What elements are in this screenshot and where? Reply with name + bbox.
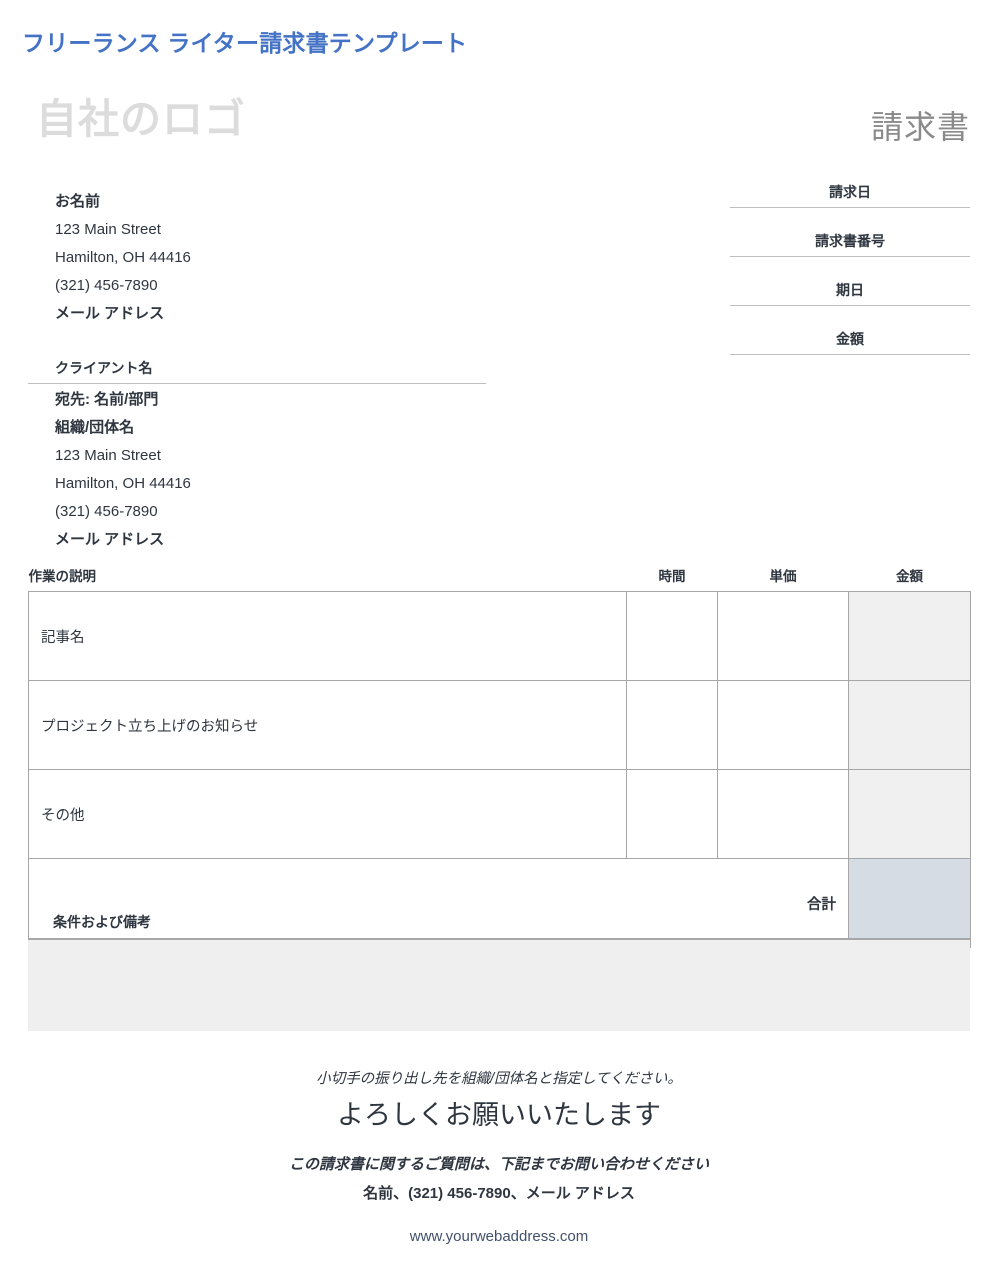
website-link[interactable]: www.yourwebaddress.com — [0, 1208, 998, 1252]
sender-city[interactable]: Hamilton, OH 44416 — [55, 244, 475, 272]
row-rate-cell[interactable] — [717, 591, 849, 681]
sender-phone[interactable]: (321) 456-7890 — [55, 272, 475, 300]
terms-and-notes-label: 条件および備考 — [53, 914, 151, 930]
invoice-number-underline — [730, 256, 970, 257]
client-attention[interactable]: 宛先: 名前/部門 — [55, 386, 485, 414]
sender-street[interactable]: 123 Main Street — [55, 216, 475, 244]
invoice-number-label: 請求書番号 — [815, 233, 885, 249]
client-organization[interactable]: 組織/団体名 — [55, 414, 485, 442]
column-header-rate: 単価 — [769, 569, 797, 584]
amount-due-label: 金額 — [836, 331, 864, 347]
row-hours-cell[interactable] — [626, 591, 718, 681]
invoice-date-label: 請求日 — [829, 184, 871, 200]
thank-you-message: よろしくお願いいたします — [337, 1100, 661, 1130]
questions-prompt: この請求書に関するご質問は、下記までお問い合わせください — [288, 1156, 709, 1173]
terms-and-notes-section: 条件および備考 — [28, 912, 970, 1031]
client-address-block: 宛先: 名前/部門 組織/団体名 123 Main Street Hamilto… — [55, 386, 485, 554]
table-row: プロジェクト立ち上げのお知らせ — [28, 680, 971, 770]
sender-address-block: お名前 123 Main Street Hamilton, OH 44416 (… — [55, 188, 475, 328]
client-name-field: クライアント名 — [28, 358, 486, 384]
footer-contact-line: 名前、(321) 456-7890、メール アドレス — [363, 1185, 635, 1202]
invoice-date-underline — [730, 207, 970, 208]
due-date-underline — [730, 305, 970, 306]
client-name-label: クライアント名 — [55, 360, 153, 376]
invoice-heading: 請求書 — [870, 109, 970, 145]
column-header-description: 作業の説明 — [28, 569, 97, 584]
line-items-table: 作業の説明 時間 単価 金額 記事名 プロジェクト立ち上げのお知らせ その他 合… — [28, 565, 971, 948]
amount-due-field[interactable]: 金額 — [730, 329, 970, 355]
row-amount-cell[interactable] — [848, 769, 971, 859]
row-description-cell[interactable]: その他 — [28, 769, 627, 859]
company-logo-placeholder[interactable]: 自社のロゴ — [36, 96, 246, 143]
client-street[interactable]: 123 Main Street — [55, 442, 485, 470]
row-description-cell[interactable]: 記事名 — [28, 591, 627, 681]
invoice-footer: 小切手の振り出し先を組織/団体名と指定してください。 よろしくお願いいたします … — [0, 1068, 998, 1252]
row-amount-cell[interactable] — [848, 680, 971, 770]
invoice-number-field[interactable]: 請求書番号 — [730, 231, 970, 257]
check-payable-instruction: 小切手の振り出し先を組織/団体名と指定してください。 — [316, 1071, 682, 1087]
invoice-page: フリーランス ライター請求書テンプレート 自社のロゴ 請求書 お名前 123 M… — [0, 0, 998, 1281]
row-description-cell[interactable]: プロジェクト立ち上げのお知らせ — [28, 680, 627, 770]
amount-due-underline — [730, 354, 970, 355]
table-row: その他 — [28, 769, 971, 859]
row-hours-cell[interactable] — [626, 769, 718, 859]
row-hours-cell[interactable] — [626, 680, 718, 770]
page-title: フリーランス ライター請求書テンプレート — [22, 30, 468, 56]
masthead: 自社のロゴ 請求書 — [28, 96, 970, 158]
table-header-row: 作業の説明 時間 単価 金額 — [29, 565, 971, 592]
due-date-field[interactable]: 期日 — [730, 280, 970, 306]
invoice-date-field[interactable]: 請求日 — [730, 182, 970, 208]
client-city[interactable]: Hamilton, OH 44416 — [55, 470, 485, 498]
invoice-meta-fields: 請求日 請求書番号 期日 金額 — [730, 182, 970, 355]
client-phone[interactable]: (321) 456-7890 — [55, 498, 485, 526]
line-items-section: 作業の説明 時間 単価 金額 記事名 プロジェクト立ち上げのお知らせ その他 合… — [28, 565, 971, 948]
row-amount-cell[interactable] — [848, 591, 971, 681]
row-rate-cell[interactable] — [717, 769, 849, 859]
column-header-amount: 金額 — [896, 569, 923, 584]
client-email[interactable]: メール アドレス — [55, 526, 485, 554]
sender-name[interactable]: お名前 — [55, 188, 475, 216]
client-name-underline — [28, 383, 486, 384]
table-row: 記事名 — [28, 591, 971, 681]
sender-email[interactable]: メール アドレス — [55, 300, 475, 328]
column-header-hours: 時間 — [658, 569, 686, 584]
due-date-label: 期日 — [836, 282, 864, 298]
terms-and-notes-input[interactable] — [28, 938, 970, 1031]
row-rate-cell[interactable] — [717, 680, 849, 770]
